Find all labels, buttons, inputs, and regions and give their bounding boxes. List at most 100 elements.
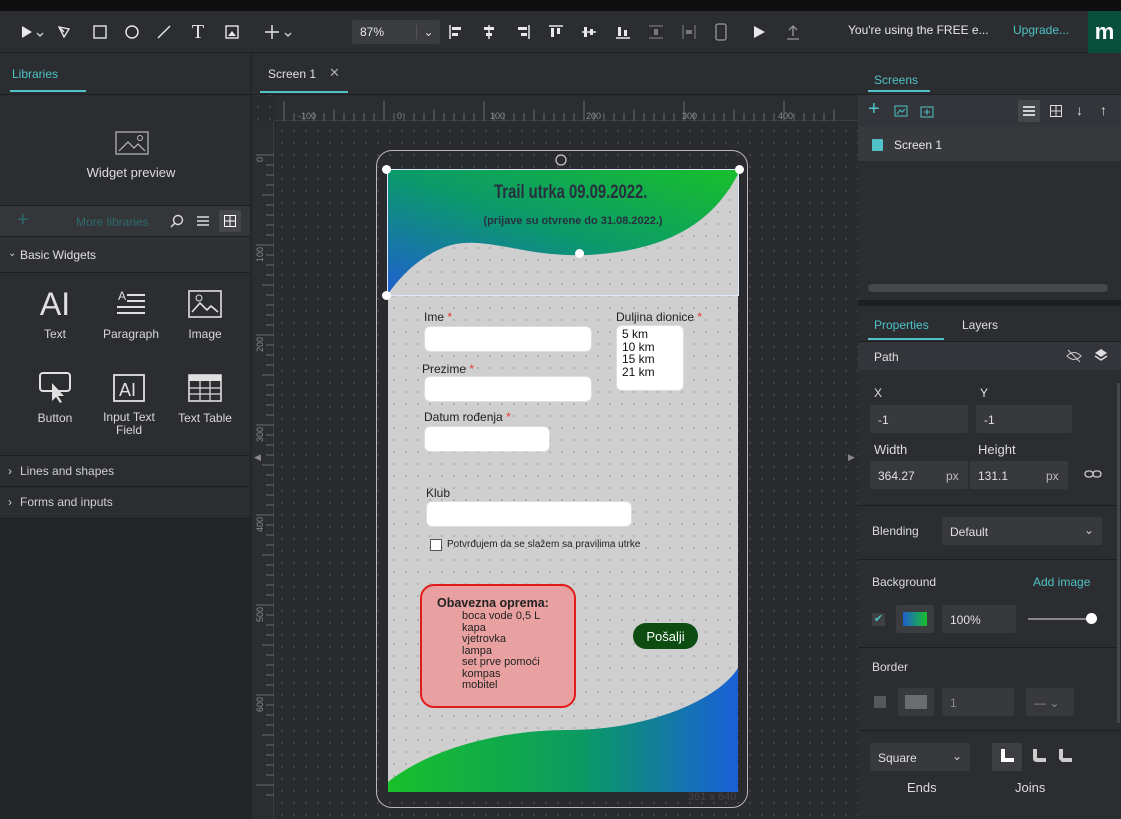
blending-value: Default: [950, 525, 989, 539]
tab-screens[interactable]: Screens: [874, 73, 918, 87]
opacity-input[interactable]: 100%: [942, 605, 1016, 633]
grid-view-button[interactable]: [219, 210, 241, 232]
agree-checkbox[interactable]: [430, 539, 442, 551]
list-view-button[interactable]: [1018, 100, 1040, 122]
screen-artboard[interactable]: Trail utrka 09.09.2022. (prijave su otvr…: [388, 170, 738, 792]
option-15km[interactable]: 15 km: [622, 353, 683, 366]
resize-handle[interactable]: [735, 165, 744, 174]
tab-properties[interactable]: Properties: [874, 318, 929, 332]
border-width-input[interactable]: 1: [942, 688, 1014, 716]
zoom-select[interactable]: 87% ⌄: [352, 20, 440, 44]
add-library-icon[interactable]: +: [17, 209, 29, 232]
rectangle-tool-icon[interactable]: [88, 11, 112, 53]
option-21km[interactable]: 21 km: [622, 365, 683, 379]
section-forms-and-inputs[interactable]: › Forms and inputs: [0, 487, 250, 519]
sort-up-icon[interactable]: ↑: [1100, 102, 1107, 118]
duljina-listbox[interactable]: 5 km 10 km 15 km 21 km: [616, 325, 684, 391]
add-screen-icon[interactable]: +: [868, 98, 880, 121]
opacity-slider-handle[interactable]: [1086, 613, 1097, 624]
align-top-icon[interactable]: [545, 11, 567, 53]
select-tool-icon[interactable]: [18, 11, 48, 53]
join-bevel-icon[interactable]: [1058, 749, 1072, 763]
blending-select[interactable]: Default ⌄: [942, 517, 1102, 545]
add-folder-icon[interactable]: [920, 104, 934, 118]
widget-image[interactable]: Image: [170, 283, 240, 341]
more-libraries-link[interactable]: More libraries: [76, 215, 149, 229]
pen-tool-icon[interactable]: [52, 11, 76, 53]
section-lines-and-shapes[interactable]: › Lines and shapes: [0, 455, 250, 487]
ends-select[interactable]: Square ⌄: [870, 743, 970, 771]
border-checkbox[interactable]: [874, 696, 886, 708]
app-logo: m: [1088, 11, 1121, 53]
upgrade-link[interactable]: Upgrade...: [1013, 23, 1069, 37]
sort-down-icon[interactable]: ↓: [1076, 102, 1083, 118]
grid-view-icon[interactable]: [1050, 105, 1062, 117]
link-proportions-icon[interactable]: [1084, 468, 1102, 480]
align-center-v-icon[interactable]: [578, 11, 600, 53]
vertical-ruler: 0 100 200 300 400 500 600: [252, 121, 274, 819]
hide-eye-icon[interactable]: [1066, 349, 1082, 363]
opacity-slider-track[interactable]: [1028, 618, 1090, 620]
ime-input[interactable]: [424, 326, 592, 352]
border-swatch[interactable]: [898, 688, 934, 716]
resize-handle[interactable]: [382, 165, 391, 174]
screens-scrollbar[interactable]: [868, 284, 1108, 292]
join-miter-button[interactable]: [992, 743, 1022, 771]
play-icon[interactable]: [748, 11, 770, 53]
resize-handle[interactable]: [382, 291, 391, 300]
align-bottom-icon[interactable]: [612, 11, 634, 53]
bezier-handle[interactable]: [575, 249, 584, 258]
widget-text[interactable]: AI Text: [20, 283, 90, 342]
posalji-button[interactable]: Pošalji: [633, 623, 698, 649]
join-round-icon[interactable]: [1032, 749, 1046, 763]
tab-layers[interactable]: Layers: [962, 318, 998, 332]
background-swatch[interactable]: [896, 605, 934, 633]
widget-input-text-field[interactable]: AI Input Text Field: [94, 367, 164, 437]
width-input[interactable]: 364.27 px: [870, 461, 968, 489]
distribute-h-icon[interactable]: [678, 11, 700, 53]
divider: [858, 730, 1121, 731]
collapse-left-icon[interactable]: ◀: [254, 452, 261, 463]
y-input[interactable]: -1: [976, 405, 1072, 433]
section-label: Lines and shapes: [20, 464, 115, 478]
screen-list-item[interactable]: Screen 1: [858, 127, 1121, 161]
ruler-label: 100: [490, 111, 506, 121]
widget-button[interactable]: Button: [20, 367, 90, 425]
height-input[interactable]: 131.1 px: [970, 461, 1068, 489]
rotate-handle-icon[interactable]: [555, 154, 567, 166]
align-center-h-icon[interactable]: [478, 11, 500, 53]
tab-libraries[interactable]: Libraries: [12, 67, 58, 81]
search-icon[interactable]: [170, 214, 184, 228]
option-5km[interactable]: 5 km: [622, 328, 683, 341]
widget-label: Text: [43, 327, 66, 341]
list-view-icon[interactable]: [197, 215, 209, 227]
ellipse-tool-icon[interactable]: [120, 11, 144, 53]
y-label: Y: [980, 386, 989, 400]
align-right-icon[interactable]: [512, 11, 534, 53]
basic-widgets-header[interactable]: ⌄ Basic Widgets: [0, 237, 250, 273]
datum-input[interactable]: [424, 426, 550, 452]
background-checkbox[interactable]: ✔: [872, 613, 885, 626]
properties-scrollbar[interactable]: [1117, 383, 1120, 723]
x-input[interactable]: -1: [870, 405, 968, 433]
distribute-v-icon[interactable]: [645, 11, 667, 53]
close-tab-icon[interactable]: ✕: [329, 65, 340, 81]
klub-input[interactable]: [426, 501, 632, 527]
border-style-select[interactable]: — ⌄: [1026, 688, 1074, 716]
line-tool-icon[interactable]: [152, 11, 176, 53]
design-canvas[interactable]: Screen 1 ✕ -100 0 100 200 300 400 0 100 …: [252, 53, 858, 819]
align-left-icon[interactable]: [445, 11, 467, 53]
widget-paragraph[interactable]: A Paragraph: [96, 283, 166, 341]
add-more-icon[interactable]: [262, 11, 300, 53]
layers-icon[interactable]: [1094, 348, 1108, 362]
add-image-screen-icon[interactable]: [894, 105, 908, 117]
text-tool-icon[interactable]: T: [186, 11, 210, 53]
tab-screen-1[interactable]: Screen 1: [268, 67, 316, 81]
image-tool-icon[interactable]: [220, 11, 244, 53]
device-preview-icon[interactable]: [710, 11, 732, 53]
add-image-link[interactable]: Add image: [1033, 575, 1090, 589]
widget-text-table[interactable]: Text Table: [170, 367, 240, 425]
export-icon[interactable]: [782, 11, 804, 53]
collapse-right-icon[interactable]: ▶: [848, 452, 855, 463]
prezime-input[interactable]: [424, 376, 592, 402]
